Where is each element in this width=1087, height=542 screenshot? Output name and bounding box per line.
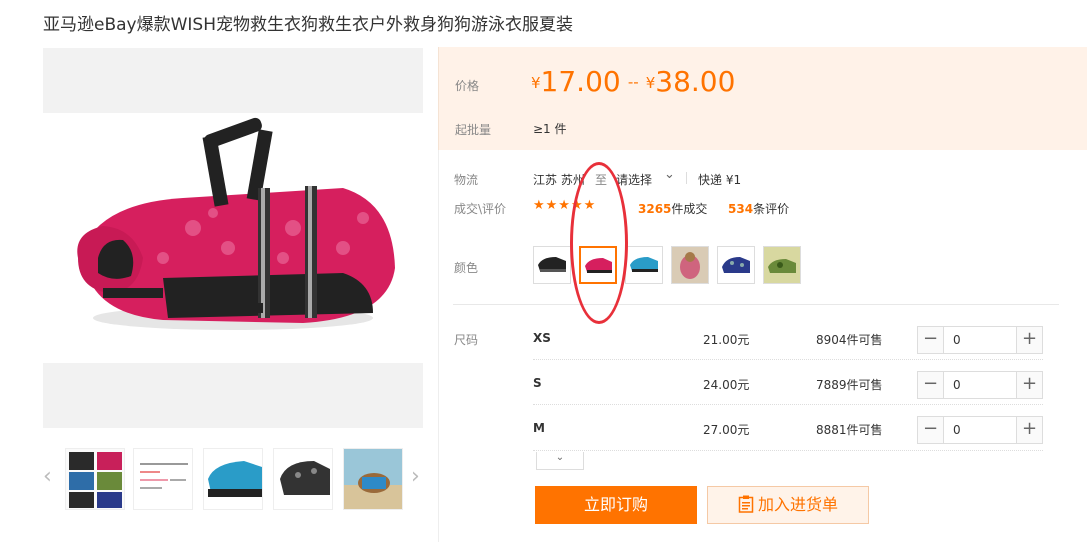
color-label: 颜色 <box>454 261 479 275</box>
size-price: 27.00元 <box>703 423 750 437</box>
color-swatch-black[interactable] <box>533 246 571 284</box>
sku-row: XS 21.00元 8904件可售 − + <box>533 326 1043 374</box>
main-product-image[interactable] <box>43 48 423 428</box>
price-range: ¥17.00 -- ¥38.00 <box>531 65 736 98</box>
price-max: 38.00 <box>655 65 736 98</box>
size-value: XS <box>533 331 551 345</box>
price-label: 价格 <box>455 79 480 93</box>
moq-label: 起批量 <box>455 123 492 137</box>
reviews-label: 成交\评价 <box>454 202 507 216</box>
pet-life-vest-image <box>77 117 395 330</box>
ship-to-word: 至 <box>595 173 608 187</box>
size-price: 24.00元 <box>703 378 750 392</box>
clipboard-icon <box>738 490 754 526</box>
price-min: 17.00 <box>540 65 621 98</box>
add-to-purchase-list-button[interactable]: 加入进货单 <box>707 486 869 524</box>
color-swatch-tan[interactable] <box>671 246 709 284</box>
expand-sizes-button[interactable]: ⌄ <box>536 452 584 470</box>
thumbnail-prev-icon[interactable]: ‹ <box>43 466 52 488</box>
thumbnail-strip: ‹ › <box>43 448 423 510</box>
rating-stars-icon: ★★★★★ <box>533 198 597 213</box>
decrease-button[interactable]: − <box>918 372 944 398</box>
quantity-input[interactable] <box>945 327 1015 353</box>
color-swatch-camo[interactable] <box>763 246 801 284</box>
size-price: 21.00元 <box>703 333 750 347</box>
color-swatch-navy[interactable] <box>717 246 755 284</box>
collage-thumbnail[interactable] <box>65 448 125 510</box>
quantity-input[interactable] <box>945 372 1015 398</box>
logistics-label: 物流 <box>454 173 479 187</box>
destination-select[interactable]: 请选择 <box>616 171 652 188</box>
dog-on-beach-thumbnail[interactable] <box>343 448 403 510</box>
express-fee: 快递 ¥1 <box>698 173 742 187</box>
size-stock: 8904件可售 <box>816 333 883 347</box>
chevron-down-icon: ⌄ <box>555 452 565 463</box>
moq-value: ≥1 件 <box>533 122 567 136</box>
certificate-thumbnail[interactable] <box>133 448 193 510</box>
deal-count[interactable]: 3265件成交 <box>638 200 707 217</box>
size-label: 尺码 <box>454 333 479 347</box>
sku-row: M 27.00元 8881件可售 − + <box>533 416 1043 464</box>
quantity-stepper: − + <box>917 326 1043 354</box>
increase-button[interactable]: + <box>1016 417 1042 443</box>
size-stock: 7889件可售 <box>816 378 883 392</box>
increase-button[interactable]: + <box>1016 327 1042 353</box>
buy-now-button[interactable]: 立即订购 <box>535 486 697 524</box>
size-value: S <box>533 376 542 390</box>
black-vest-thumbnail[interactable] <box>273 448 333 510</box>
product-title: 亚马逊eBay爆款WISH宠物救生衣狗救生衣户外救身狗狗游泳衣服夏装 <box>43 15 573 35</box>
sku-row: S 24.00元 7889件可售 − + <box>533 371 1043 419</box>
color-swatch-blue[interactable] <box>625 246 663 284</box>
review-count[interactable]: 534条评价 <box>728 200 789 217</box>
thumbnail-next-icon[interactable]: › <box>411 466 420 488</box>
blue-vest-thumbnail[interactable] <box>203 448 263 510</box>
increase-button[interactable]: + <box>1016 372 1042 398</box>
quantity-stepper: − + <box>917 371 1043 399</box>
color-swatch-pink[interactable] <box>579 246 617 284</box>
price-panel: 价格 ¥17.00 -- ¥38.00 起批量 ≥1 件 <box>438 47 1087 150</box>
size-stock: 8881件可售 <box>816 423 883 437</box>
chevron-down-icon[interactable]: ⌄ <box>664 167 675 182</box>
quantity-stepper: − + <box>917 416 1043 444</box>
ship-from: 江苏 苏州 <box>533 173 585 187</box>
decrease-button[interactable]: − <box>918 417 944 443</box>
decrease-button[interactable]: − <box>918 327 944 353</box>
size-value: M <box>533 421 545 435</box>
quantity-input[interactable] <box>945 417 1015 443</box>
